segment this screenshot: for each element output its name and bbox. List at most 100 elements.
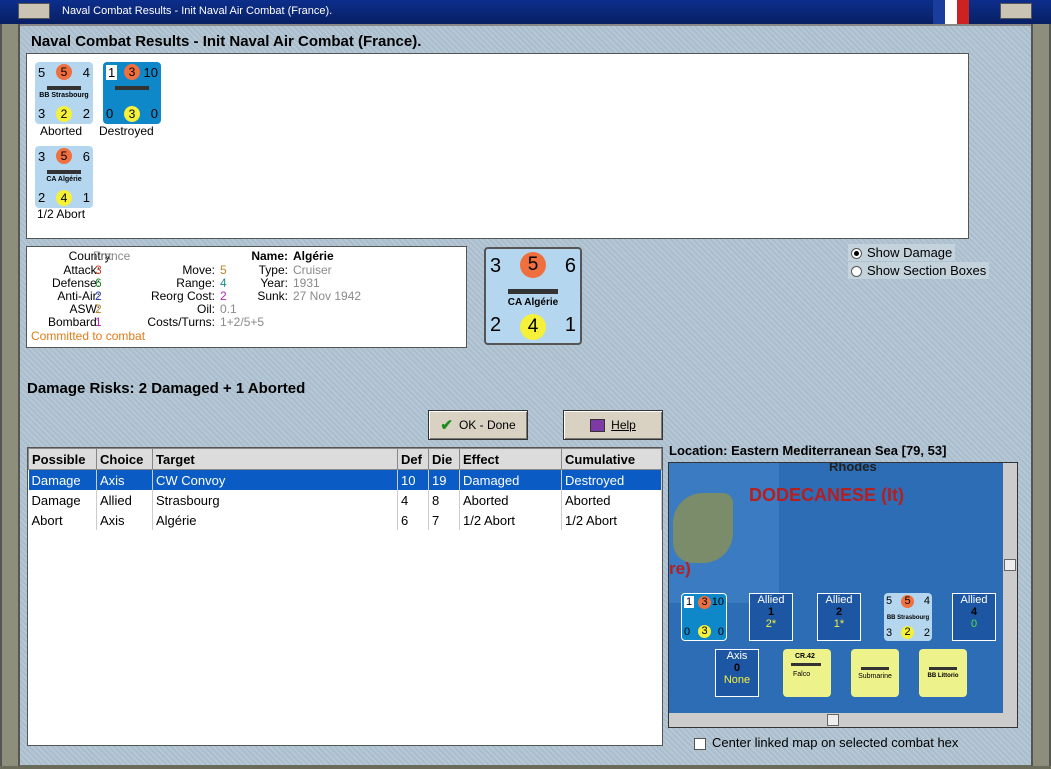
- unit-stat: 6: [82, 149, 90, 164]
- vertical-scrollbar[interactable]: [1003, 463, 1017, 713]
- info-value: 0.1: [220, 302, 237, 316]
- map-unit-counter[interactable]: 1 3 10 0 3 0: [681, 593, 727, 641]
- axis-section-box[interactable]: Axis 0 None: [715, 649, 759, 697]
- checkbox-label: Center linked map on selected combat hex: [712, 735, 959, 750]
- book-icon: [590, 418, 606, 432]
- table-cell: Algérie: [152, 510, 398, 530]
- info-value: 3: [95, 263, 102, 277]
- aircraft-icon: [791, 663, 821, 666]
- unit-stat: 2: [38, 190, 46, 205]
- map-unit-counter[interactable]: CR.42 Falco: [783, 649, 831, 697]
- unit-stat: 3: [38, 149, 46, 164]
- info-value: 2: [220, 289, 227, 303]
- table-cell: 4: [397, 490, 429, 510]
- ship-icon: [47, 86, 81, 90]
- table-row[interactable]: Damage Allied Strasbourg 4 8 Aborted Abo…: [28, 490, 662, 510]
- unit-result-label: Destroyed: [99, 124, 154, 138]
- unit-stat: 1: [564, 314, 576, 336]
- column-header[interactable]: Target: [152, 448, 398, 470]
- table-cell: Damage: [28, 490, 97, 510]
- linked-map[interactable]: Rhodes DODECANESE (It) re) 1 3 10 0 3 0 …: [668, 462, 1018, 728]
- column-header[interactable]: Die: [428, 448, 460, 470]
- allied-section-box[interactable]: Allied 2 1*: [817, 593, 861, 641]
- unit-stat: 3: [886, 627, 893, 639]
- info-value: 5: [220, 263, 227, 277]
- allied-section-box[interactable]: Allied 1 2*: [749, 593, 793, 641]
- region-label: DODECANESE (It): [749, 485, 905, 505]
- unit-stat: 3: [698, 625, 711, 638]
- unit-stat: 5: [38, 65, 46, 80]
- table-row[interactable]: Damage Axis CW Convoy 10 19 Damaged Dest…: [28, 469, 662, 490]
- column-header[interactable]: Cumulative: [561, 448, 662, 470]
- table-cell: Allied: [96, 490, 153, 510]
- radio-unselected-icon: [851, 266, 862, 278]
- table-cell: Axis: [96, 510, 153, 530]
- button-label: OK - Done: [458, 418, 516, 432]
- map-unit-counter[interactable]: Submarine: [851, 649, 899, 697]
- table-cell: 19: [428, 469, 460, 490]
- unit-stat: 5: [886, 595, 893, 607]
- ok-done-button[interactable]: ✔ OK - Done: [428, 410, 528, 440]
- column-header[interactable]: Possible: [28, 448, 97, 470]
- right-border: [1031, 24, 1051, 766]
- title-bar: Naval Combat Results - Init Naval Air Co…: [0, 0, 1051, 26]
- selected-unit-counter[interactable]: 3 5 6 CA Algérie 2 4 1: [484, 247, 582, 345]
- center-map-checkbox[interactable]: Center linked map on selected combat hex: [694, 735, 958, 750]
- unit-counter[interactable]: 1 3 10 0 3 0: [103, 62, 161, 124]
- section-count: 4: [970, 606, 978, 618]
- section-strength: 1*: [833, 618, 845, 630]
- unit-counter[interactable]: 3 5 6 CA Algérie 2 4 1: [35, 146, 93, 208]
- info-value: 1+2/5+5: [220, 315, 265, 329]
- table-cell: Destroyed: [561, 469, 662, 490]
- unit-stat: 3: [38, 106, 46, 121]
- unit-stat: 2: [923, 627, 930, 639]
- info-key: Anti-Air:: [57, 289, 100, 303]
- info-value: France: [93, 249, 131, 263]
- help-button[interactable]: Help: [563, 410, 663, 440]
- unit-name: BB Strasbourg: [39, 92, 89, 99]
- info-key: Sunk:: [257, 289, 288, 303]
- map-unit-counter[interactable]: 5 5 4 BB Strasbourg 3 2 2: [884, 593, 932, 641]
- ship-icon: [508, 289, 558, 294]
- column-header[interactable]: Choice: [96, 448, 153, 470]
- show-section-boxes-radio[interactable]: Show Section Boxes: [848, 262, 990, 279]
- unit-stat: 1: [106, 65, 118, 80]
- column-header[interactable]: Effect: [459, 448, 562, 470]
- table-cell: CW Convoy: [152, 469, 398, 490]
- checkbox-icon: [694, 737, 706, 750]
- unit-stat: 4: [82, 65, 90, 80]
- show-damage-radio[interactable]: Show Damage: [848, 244, 956, 261]
- info-key: Reorg Cost:: [150, 289, 215, 303]
- horizontal-scrollbar[interactable]: [669, 713, 1017, 727]
- window-control-button[interactable]: [1000, 3, 1032, 19]
- info-value: 4: [220, 276, 227, 290]
- unit-stat: 0: [106, 106, 114, 121]
- table-row[interactable]: Abort Axis Algérie 6 7 1/2 Abort 1/2 Abo…: [28, 510, 662, 530]
- unit-stat: 6: [564, 255, 576, 277]
- unit-stat: 2: [490, 314, 502, 336]
- info-value: 27 Nov 1942: [293, 289, 362, 303]
- unit-stat: 4: [520, 314, 546, 340]
- info-key: Bombard:: [47, 315, 100, 329]
- table-header-row: Possible Choice Target Def Die Effect Cu…: [28, 448, 662, 470]
- checkmark-icon: ✔: [440, 417, 453, 434]
- unit-counter[interactable]: 5 5 4 BB Strasbourg 3 2 2: [35, 62, 93, 124]
- location-label: Location: Eastern Mediterranean Sea [79,…: [669, 443, 947, 458]
- section-strength: 2*: [765, 618, 777, 630]
- side-label: Axis: [726, 650, 748, 662]
- unit-name: Submarine: [858, 673, 892, 680]
- scroll-thumb[interactable]: [827, 714, 839, 726]
- scroll-thumb[interactable]: [1004, 559, 1016, 571]
- table-cell: Aborted: [561, 490, 662, 510]
- info-value: 6: [95, 276, 102, 290]
- info-key: Oil:: [197, 302, 215, 316]
- column-header[interactable]: Def: [397, 448, 429, 470]
- map-unit-counter[interactable]: BB Littorio: [919, 649, 967, 697]
- info-key: Move:: [182, 263, 215, 277]
- system-menu-button[interactable]: [18, 3, 50, 19]
- unit-stat: 2: [82, 106, 90, 121]
- allied-section-box[interactable]: Allied 4 0: [952, 593, 996, 641]
- table-cell: 1/2 Abort: [459, 510, 562, 530]
- info-value: 2: [95, 289, 102, 303]
- region-label: re): [669, 559, 691, 578]
